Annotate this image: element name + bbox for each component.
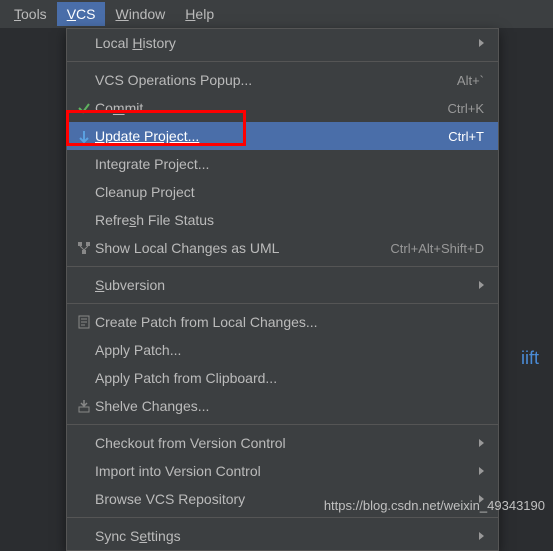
separator bbox=[67, 517, 498, 518]
menu-item-local-history[interactable]: Local History bbox=[67, 29, 498, 57]
menu-item-subversion[interactable]: Subversion bbox=[67, 271, 498, 299]
separator bbox=[67, 424, 498, 425]
separator bbox=[67, 266, 498, 267]
menu-item-integrate-project[interactable]: Integrate Project... bbox=[67, 150, 498, 178]
menu-item-apply-patch[interactable]: Apply Patch... bbox=[67, 336, 498, 364]
menu-window[interactable]: Window bbox=[105, 2, 175, 26]
menu-item-update-project[interactable]: Update Project... Ctrl+T bbox=[67, 122, 498, 150]
menu-item-vcs-ops-popup[interactable]: VCS Operations Popup... Alt+` bbox=[67, 66, 498, 94]
menu-item-apply-patch-clipboard[interactable]: Apply Patch from Clipboard... bbox=[67, 364, 498, 392]
submenu-arrow-icon bbox=[479, 281, 484, 289]
menu-tools[interactable]: Tools bbox=[4, 2, 57, 26]
menu-item-sync-settings[interactable]: Sync Settings bbox=[67, 522, 498, 550]
watermark: https://blog.csdn.net/weixin_49343190 bbox=[324, 498, 545, 513]
menu-item-commit[interactable]: Commit... Ctrl+K bbox=[67, 94, 498, 122]
separator bbox=[67, 303, 498, 304]
menu-item-checkout-vc[interactable]: Checkout from Version Control bbox=[67, 429, 498, 457]
submenu-arrow-icon bbox=[479, 439, 484, 447]
menu-item-cleanup-project[interactable]: Cleanup Project bbox=[67, 178, 498, 206]
menu-item-import-vc[interactable]: Import into Version Control bbox=[67, 457, 498, 485]
checkmark-icon bbox=[73, 101, 95, 115]
menubar: Tools VCS Window Help bbox=[0, 0, 553, 28]
submenu-arrow-icon bbox=[479, 532, 484, 540]
menu-item-shelve-changes[interactable]: Shelve Changes... bbox=[67, 392, 498, 420]
submenu-arrow-icon bbox=[479, 39, 484, 47]
shelve-icon bbox=[73, 399, 95, 413]
menu-item-create-patch[interactable]: Create Patch from Local Changes... bbox=[67, 308, 498, 336]
uml-icon bbox=[73, 241, 95, 255]
menu-vcs[interactable]: VCS bbox=[57, 2, 106, 26]
patch-icon bbox=[73, 315, 95, 329]
submenu-arrow-icon bbox=[479, 467, 484, 475]
menu-item-refresh-file-status[interactable]: Refresh File Status bbox=[67, 206, 498, 234]
menu-item-show-local-changes[interactable]: Show Local Changes as UML Ctrl+Alt+Shift… bbox=[67, 234, 498, 262]
update-icon bbox=[73, 129, 95, 143]
vcs-dropdown: Local History VCS Operations Popup... Al… bbox=[66, 28, 499, 551]
menu-help[interactable]: Help bbox=[175, 2, 224, 26]
separator bbox=[67, 61, 498, 62]
background-text: iift bbox=[521, 348, 539, 369]
